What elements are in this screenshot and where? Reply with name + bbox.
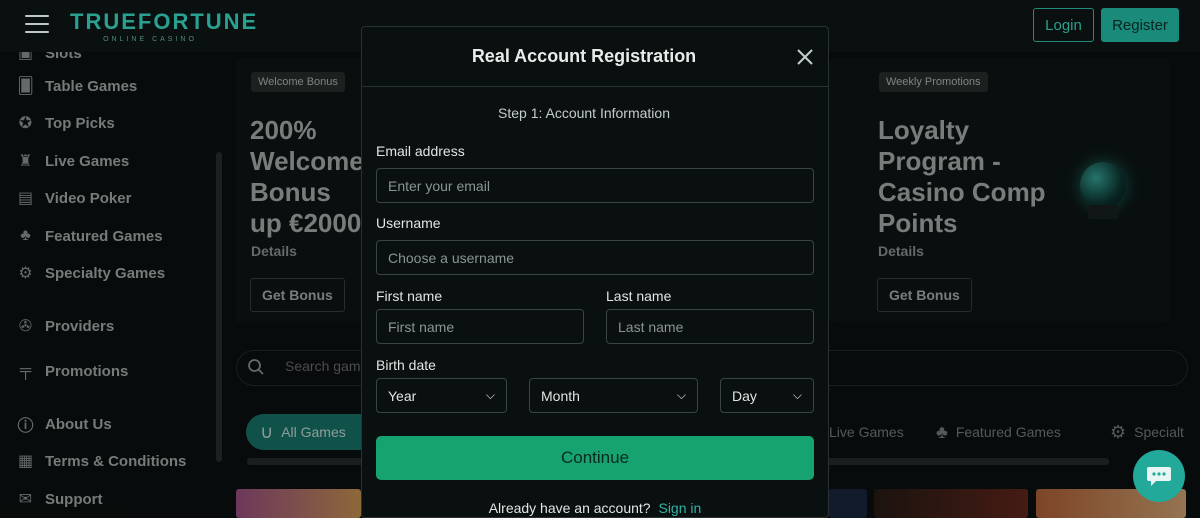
chevron-down-icon: ⌵ <box>485 388 495 402</box>
modal-title: Real Account Registration <box>471 46 697 66</box>
birth-day-value: Day <box>732 387 757 404</box>
chat-bubble-icon <box>1147 467 1171 486</box>
logo-text: TRUEFORTUNE <box>70 9 259 34</box>
registration-modal: Real Account Registration Step 1: Accoun… <box>361 26 829 518</box>
last-name-label: Last name <box>606 288 672 304</box>
live-chat-button[interactable] <box>1133 450 1185 502</box>
birth-year-select[interactable]: Year ⌵ <box>376 378 507 413</box>
last-name-field[interactable] <box>606 309 814 344</box>
email-field[interactable] <box>376 168 814 203</box>
email-label: Email address <box>376 143 465 159</box>
chevron-down-icon: ⌵ <box>792 388 802 402</box>
first-name-label: First name <box>376 288 443 304</box>
hamburger-menu-icon[interactable] <box>25 15 49 35</box>
sign-in-link[interactable]: Sign in <box>658 500 701 516</box>
birth-date-label: Birth date <box>376 357 436 373</box>
sign-in-prompt: Already have an account? Sign in <box>362 500 828 516</box>
birth-month-select[interactable]: Month ⌵ <box>529 378 698 413</box>
birth-day-select[interactable]: Day ⌵ <box>720 378 814 413</box>
close-button[interactable] <box>794 46 816 68</box>
chevron-down-icon: ⌵ <box>676 388 686 402</box>
logo[interactable]: TRUEFORTUNE ONLINE CASINO <box>70 9 259 46</box>
register-button[interactable]: Register <box>1101 8 1179 42</box>
close-icon <box>797 49 813 65</box>
login-button[interactable]: Login <box>1033 8 1094 42</box>
birth-month-value: Month <box>541 387 580 404</box>
continue-button[interactable]: Continue <box>376 436 814 480</box>
first-name-field[interactable] <box>376 309 584 344</box>
username-field[interactable] <box>376 240 814 275</box>
birth-year-value: Year <box>388 387 417 404</box>
modal-header: Real Account Registration <box>362 27 828 87</box>
have-account-text: Already have an account? <box>488 500 651 516</box>
step-indicator: Step 1: Account Information <box>498 105 670 121</box>
logo-subtitle: ONLINE CASINO <box>103 36 197 43</box>
username-label: Username <box>376 215 441 231</box>
